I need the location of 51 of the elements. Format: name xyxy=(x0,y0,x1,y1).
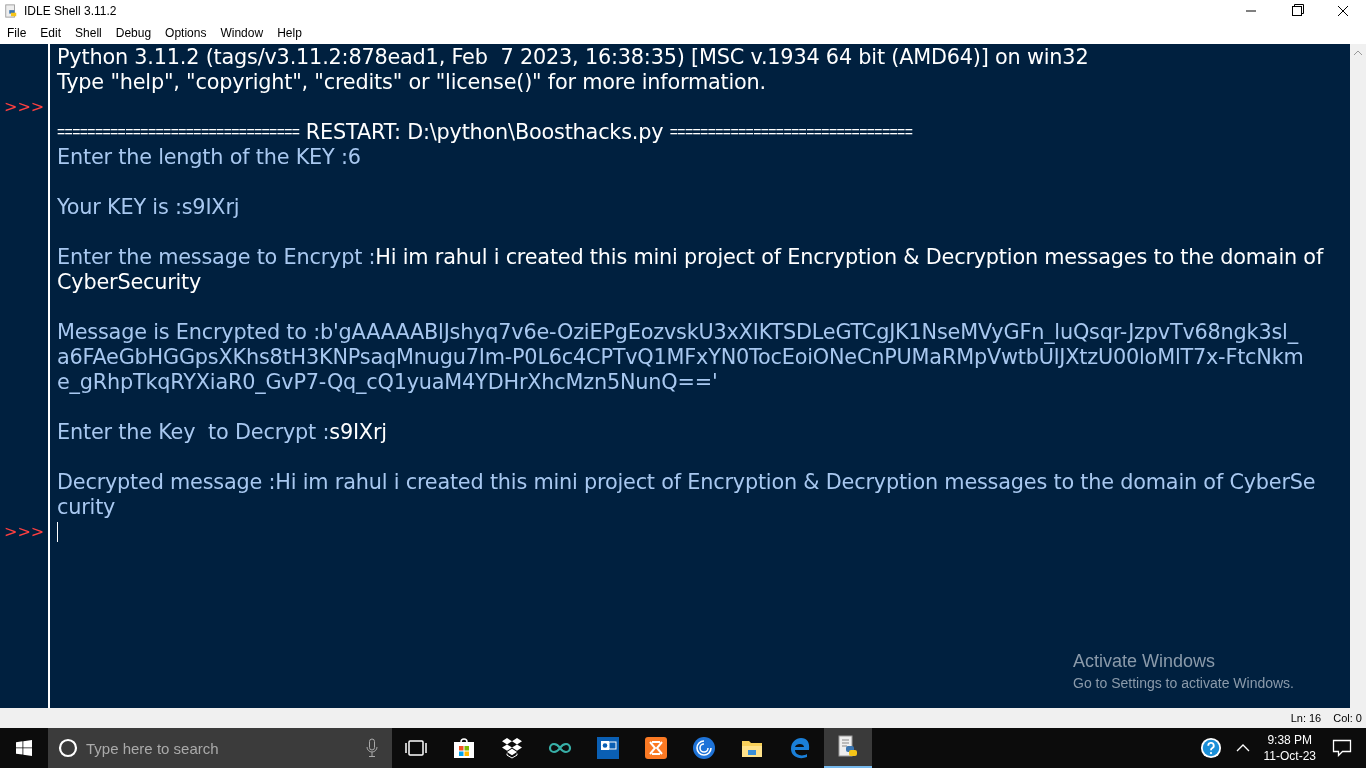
shell-text: ================================ xyxy=(669,123,913,140)
shopping-bag-icon xyxy=(452,736,476,760)
column-number: Col: 0 xyxy=(1333,712,1362,724)
microphone-icon[interactable] xyxy=(366,738,378,758)
activation-title: Activate Windows xyxy=(1073,651,1217,672)
line-number: Ln: 16 xyxy=(1290,712,1322,724)
shell-text: curity xyxy=(57,494,116,519)
shell-text: CyberSecurity xyxy=(57,269,202,294)
shell-text: s9IXrj xyxy=(329,419,387,444)
shell-text: Your KEY is :s9IXrj xyxy=(57,194,240,219)
caret-up-icon[interactable] xyxy=(1235,744,1250,752)
menu-item[interactable]: Edit xyxy=(40,26,62,40)
menu-item[interactable]: Debug xyxy=(115,26,152,40)
windows-start-icon[interactable] xyxy=(16,740,32,756)
xampp-icon xyxy=(644,736,668,760)
shell-text: RESTART: D:\python\Boosthacks.py xyxy=(304,119,665,144)
edge-icon xyxy=(788,736,812,760)
shell-text: Python 3.11.2 (tags/v3.11.2:878ead1, Feb 7 2023, 16:38:35) [MSC v.1934 64 bit (AMD64)] on win32 xyxy=(57,44,1089,69)
shell-text: Type "help", "copyright", "credits" or "license()" for more information. xyxy=(57,69,766,94)
menu-item[interactable]: Help xyxy=(277,26,302,40)
shell-prompt: >>> xyxy=(3,97,45,116)
search-box[interactable]: Type here to search xyxy=(48,728,392,768)
swirl-icon xyxy=(692,736,716,760)
shell-text: Enter the message to Encrypt : xyxy=(57,244,376,269)
shell-text: Decrypted message :Hi im rahul i created this mini project of Encryption & Decryption messages to the domain of CyberSe xyxy=(57,469,1316,494)
shell-text: Enter the Key to Decrypt : xyxy=(57,419,330,444)
shell-text: ================================ xyxy=(57,123,300,140)
dropbox-icon xyxy=(500,736,524,760)
python-file-icon xyxy=(4,4,18,18)
shell-text: a6FAeGbHGGpsXKhs8tH3KNPsaqMnugu7Im-P0L6c4CPTvQ1MFxYN0TocEoiONeCnPUMaRMpVwtbUlJXtzU00loMlT7x-FtcNkm xyxy=(57,344,1304,369)
mail-app-icon xyxy=(596,736,620,760)
taskbar-app[interactable] xyxy=(824,728,872,768)
circle-icon xyxy=(58,738,78,758)
search-field[interactable]: Type here to search xyxy=(84,738,366,758)
shell-text: e_gRhpTkqRYXiaR0_GvP7-Qq_cQ1yuaM4YDHrXhcMzn5NunQ==' xyxy=(57,369,718,394)
activation-subtitle: Go to Settings to activate Windows. xyxy=(1073,675,1294,691)
shell-text: Enter the length of the KEY :6 xyxy=(57,144,361,169)
menu-item[interactable]: File xyxy=(7,26,27,40)
window-title: IDLE Shell 3.11.2 xyxy=(24,4,117,18)
menu-item[interactable]: Options xyxy=(165,26,207,40)
notification-icon[interactable] xyxy=(1332,739,1352,757)
menu-item[interactable]: Window xyxy=(220,26,264,40)
shell-text: Hi im rahul i created this mini project of Encryption & Decryption messages to the domain of xyxy=(375,244,1323,269)
clock-time[interactable]: 9:38 PM xyxy=(1267,733,1313,747)
shell-text: Message is Encrypted to :b'gAAAAABlJshyq7v6e-OziEPgEozvskU3xXIKTSDLeGTCgJK1NseMVyGFn_luQsqr-JzpvTv68ngk3sl_ xyxy=(57,319,1298,344)
shell-prompt: >>> xyxy=(3,522,45,541)
python-file-icon xyxy=(836,735,860,759)
help-icon[interactable] xyxy=(1199,737,1222,759)
clock-date[interactable]: 11-Oct-23 xyxy=(1263,749,1316,763)
scrollbar[interactable] xyxy=(1350,44,1366,708)
menu-item[interactable]: Shell xyxy=(75,26,102,40)
